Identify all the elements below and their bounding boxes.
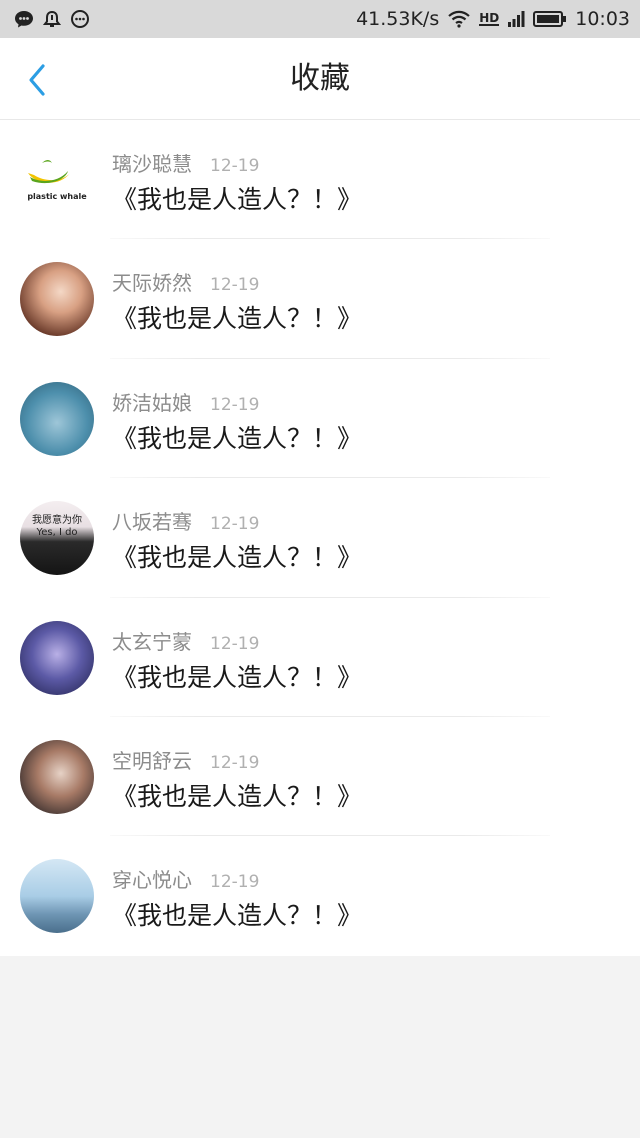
item-meta: 八坂若骞 12-19 xyxy=(112,506,259,535)
avatar-caption: plastic whale xyxy=(27,192,87,201)
story-title: 《我也是人造人？！》 xyxy=(112,423,363,453)
status-left xyxy=(14,9,90,29)
status-right: 41.53K/s HD 10:03 xyxy=(356,8,630,30)
author-name: 太玄宁蒙 xyxy=(112,629,192,654)
avatar xyxy=(20,620,94,695)
post-date: 12-19 xyxy=(210,394,260,415)
story-title: 《我也是人造人？！》 xyxy=(112,662,363,692)
author-name: 天际娇然 xyxy=(112,271,192,296)
hd-label: HD xyxy=(479,11,500,26)
item-meta: 天际娇然 12-19 xyxy=(112,267,259,296)
list-item[interactable]: 我愿意为你 Yes, I do 八坂若骞 12-19 《我也是人造人？！》 xyxy=(0,478,640,598)
post-date: 12-19 xyxy=(210,514,260,535)
signal-icon xyxy=(507,10,525,28)
item-meta: 空明舒云 12-19 xyxy=(112,745,259,774)
story-title: 《我也是人造人？！》 xyxy=(112,543,363,573)
clock: 10:03 xyxy=(575,8,630,30)
author-name: 娇洁姑娘 xyxy=(112,390,192,415)
item-meta: 娇洁姑娘 12-19 xyxy=(112,387,259,416)
chat-icon xyxy=(14,9,34,29)
status-bar: 41.53K/s HD 10:03 xyxy=(0,0,640,38)
author-name: 穿心悦心 xyxy=(112,868,192,893)
list-item[interactable]: 穿心悦心 12-19 《我也是人造人？！》 xyxy=(0,836,640,955)
list-item[interactable]: 娇洁姑娘 12-19 《我也是人造人？！》 xyxy=(0,359,640,479)
author-name: 璃沙聪慧 xyxy=(112,152,192,176)
story-title: 《我也是人造人？！》 xyxy=(112,901,363,931)
avatar xyxy=(20,739,94,814)
chevron-left-icon xyxy=(29,64,45,96)
avatar-caption: 我愿意为你 Yes, I do xyxy=(32,515,82,539)
wifi-icon xyxy=(447,9,471,29)
favorites-list: plastic whale 璃沙聪慧 12-19 《我也是人造人？！》 天际娇然… xyxy=(0,120,640,956)
page-title: 收藏 xyxy=(290,61,350,96)
author-name: 八坂若骞 xyxy=(112,510,192,535)
list-item[interactable]: 空明舒云 12-19 《我也是人造人？！》 xyxy=(0,717,640,837)
item-meta: 太玄宁蒙 12-19 xyxy=(112,626,259,655)
avatar: 我愿意为你 Yes, I do xyxy=(20,501,94,576)
post-date: 12-19 xyxy=(210,156,260,176)
back-button[interactable] xyxy=(20,63,54,97)
item-meta: 穿心悦心 12-19 xyxy=(112,864,259,893)
post-date: 12-19 xyxy=(210,633,260,654)
avatar xyxy=(20,262,94,337)
more-icon xyxy=(70,9,90,29)
item-meta: 璃沙聪慧 12-19 xyxy=(112,148,259,177)
nav-bar: 收藏 xyxy=(0,38,640,120)
whale-logo-icon xyxy=(28,160,70,184)
list-item[interactable]: 天际娇然 12-19 《我也是人造人？！》 xyxy=(0,239,640,359)
story-title: 《我也是人造人？！》 xyxy=(112,304,363,334)
alarm-icon xyxy=(42,9,62,29)
network-speed: 41.53K/s xyxy=(356,8,440,30)
story-title: 《我也是人造人？！》 xyxy=(112,185,363,214)
battery-icon xyxy=(533,10,567,28)
post-date: 12-19 xyxy=(210,872,260,893)
post-date: 12-19 xyxy=(210,752,260,773)
avatar xyxy=(20,859,94,934)
avatar: plastic whale xyxy=(20,143,94,217)
story-title: 《我也是人造人？！》 xyxy=(112,781,363,811)
list-item[interactable]: 太玄宁蒙 12-19 《我也是人造人？！》 xyxy=(0,598,640,717)
author-name: 空明舒云 xyxy=(112,748,192,773)
post-date: 12-19 xyxy=(210,275,260,296)
list-item[interactable]: plastic whale 璃沙聪慧 12-19 《我也是人造人？！》 xyxy=(0,120,640,240)
avatar xyxy=(20,381,94,456)
